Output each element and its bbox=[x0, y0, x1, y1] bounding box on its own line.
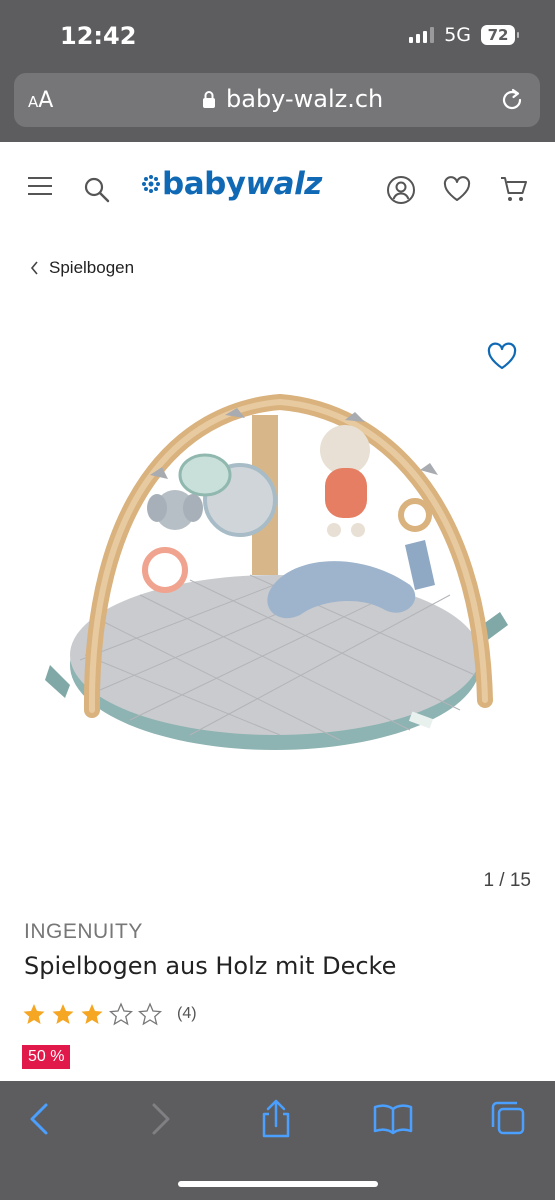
bookmarks-icon[interactable] bbox=[373, 1099, 413, 1139]
account-icon[interactable] bbox=[386, 175, 416, 205]
battery-level: 72 bbox=[487, 26, 509, 44]
lock-icon bbox=[203, 91, 215, 108]
star-filled-icon bbox=[81, 1004, 103, 1024]
address-bar[interactable]: AA baby-walz.ch bbox=[14, 73, 540, 127]
share-icon[interactable] bbox=[256, 1099, 296, 1139]
breadcrumb-label[interactable]: Spielbogen bbox=[49, 258, 134, 278]
home-indicator bbox=[178, 1181, 378, 1187]
product-rating[interactable]: (4) bbox=[22, 1002, 197, 1026]
forward-icon[interactable] bbox=[140, 1099, 180, 1139]
logo[interactable]: babywalz bbox=[140, 166, 322, 202]
status-indicators: 5G 72 bbox=[409, 24, 519, 46]
site-header: babywalz bbox=[0, 142, 555, 237]
status-time: 12:42 bbox=[60, 22, 137, 50]
discount-badge: 50 % bbox=[22, 1045, 71, 1069]
heart-icon[interactable] bbox=[442, 175, 472, 203]
review-count[interactable]: (4) bbox=[177, 1005, 197, 1023]
text-size-large: A bbox=[38, 88, 54, 113]
battery-icon: 72 bbox=[481, 25, 519, 45]
logo-text: babywalz bbox=[162, 166, 322, 202]
cart-icon[interactable] bbox=[499, 174, 529, 204]
logo-flower-icon bbox=[142, 175, 160, 193]
product-image[interactable] bbox=[30, 380, 525, 770]
tabs-icon[interactable] bbox=[490, 1099, 530, 1139]
star-empty-icon bbox=[109, 1002, 133, 1026]
product-brand[interactable]: INGENUITY bbox=[24, 920, 143, 944]
browser-top-bar: 12:42 5G 72 AA baby-walz.ch bbox=[0, 0, 555, 142]
signal-icon bbox=[409, 27, 435, 43]
back-icon[interactable] bbox=[20, 1099, 60, 1139]
chevron-left-icon bbox=[30, 261, 38, 275]
product-title: Spielbogen aus Holz mit Decke bbox=[24, 952, 397, 980]
hamburger-icon[interactable] bbox=[28, 177, 52, 195]
wishlist-heart-icon[interactable] bbox=[486, 342, 518, 370]
text-size-button[interactable]: AA bbox=[28, 88, 53, 113]
gallery-counter: 1 / 15 bbox=[483, 870, 531, 891]
breadcrumb[interactable]: Spielbogen bbox=[30, 258, 134, 278]
logo-part-baby: baby bbox=[162, 166, 246, 202]
reload-icon[interactable] bbox=[498, 86, 526, 114]
logo-part-walz: walz bbox=[245, 166, 323, 202]
network-label: 5G bbox=[444, 24, 471, 46]
search-icon[interactable] bbox=[84, 177, 110, 203]
url-text[interactable]: baby-walz.ch bbox=[226, 85, 383, 113]
star-empty-icon bbox=[138, 1002, 162, 1026]
star-filled-icon bbox=[23, 1004, 45, 1024]
text-size-small: A bbox=[28, 93, 39, 111]
star-filled-icon bbox=[52, 1004, 74, 1024]
